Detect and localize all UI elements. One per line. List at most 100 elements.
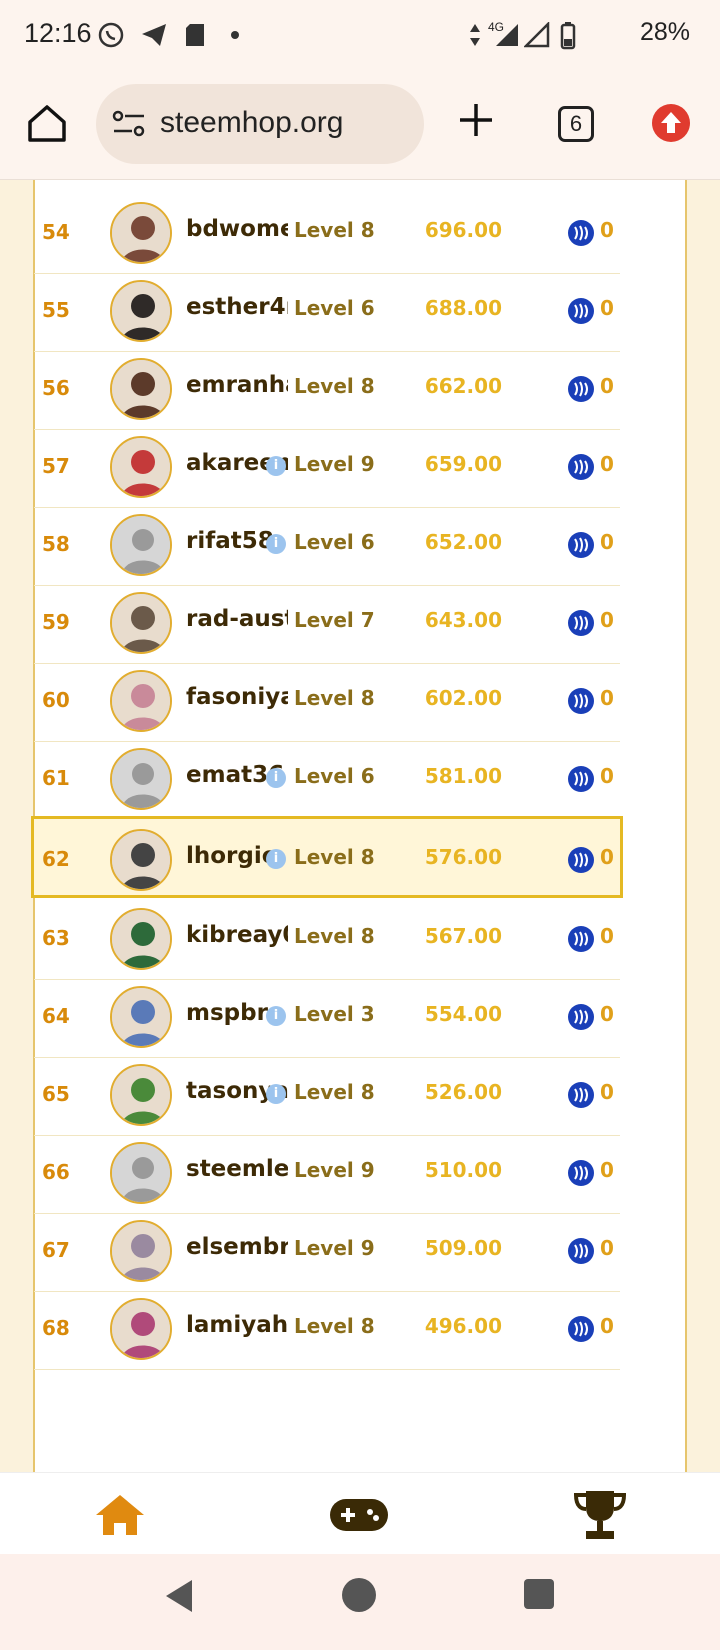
rank-number: 61 — [42, 766, 70, 790]
steem-icon — [568, 376, 594, 402]
telegram-icon — [142, 24, 166, 46]
reward-amount: 0 — [600, 608, 614, 632]
gamepad-icon[interactable] — [328, 1495, 390, 1535]
rank-number: 62 — [42, 847, 70, 871]
username[interactable]: kibreay0( — [186, 922, 288, 948]
info-icon[interactable]: i — [266, 1084, 286, 1104]
leaderboard-row[interactable]: 54 bdwomenLevel 8 696.00 0 — [34, 192, 620, 274]
battery-percent: 28% — [639, 18, 690, 46]
info-icon[interactable]: i — [266, 1006, 286, 1026]
leaderboard-row[interactable]: 64 mspbro i Level 3 554.00 0 — [34, 976, 620, 1058]
reward-amount: 0 — [600, 1002, 614, 1026]
user-avatar[interactable] — [110, 202, 172, 264]
reward-amount: 0 — [600, 452, 614, 476]
leaderboard-row[interactable]: 63 kibreay0(Level 8 567.00 0 — [34, 898, 620, 980]
user-avatar[interactable] — [110, 1064, 172, 1126]
signal-icon — [496, 24, 518, 46]
user-score: 496.00 — [424, 1314, 502, 1338]
site-settings-icon[interactable] — [112, 110, 146, 138]
new-tab-icon[interactable] — [456, 100, 496, 140]
system-home-icon[interactable] — [342, 1578, 376, 1612]
update-icon[interactable] — [652, 104, 690, 142]
user-avatar[interactable] — [110, 986, 172, 1048]
browser-toolbar: steemhop.org 6 — [0, 72, 720, 180]
info-icon[interactable]: i — [266, 849, 286, 869]
browser-home-icon[interactable] — [26, 102, 68, 144]
recent-apps-icon[interactable] — [524, 1579, 554, 1609]
leaderboard-row[interactable]: 66 steemleaLevel 9 510.00 0 — [34, 1132, 620, 1214]
rank-number: 59 — [42, 610, 70, 634]
steem-icon — [568, 847, 594, 873]
user-avatar[interactable] — [110, 358, 172, 420]
username[interactable]: lamiyaha — [186, 1312, 288, 1338]
rank-number: 58 — [42, 532, 70, 556]
user-score: 643.00 — [424, 608, 502, 632]
data-arrows-icon — [470, 24, 480, 46]
leaderboard-row[interactable]: 59 rad-austiLevel 7 643.00 0 — [34, 582, 620, 664]
system-navigation — [0, 1554, 720, 1650]
username[interactable]: elsembra — [186, 1234, 288, 1260]
info-icon[interactable]: i — [266, 768, 286, 788]
user-score: 526.00 — [424, 1080, 502, 1104]
reward-amount: 0 — [600, 1314, 614, 1338]
info-icon[interactable]: i — [266, 534, 286, 554]
leaderboard-area: 54bdwomenLevel 8696.00055esther4reLevel … — [0, 180, 720, 1472]
steem-icon — [568, 1238, 594, 1264]
address-bar[interactable]: steemhop.org — [96, 84, 424, 164]
rank-number: 57 — [42, 454, 70, 478]
username[interactable]: steemlea — [186, 1156, 288, 1182]
leaderboard-row[interactable]: 57 akareen i Level 9 659.00 0 — [34, 426, 620, 508]
leaderboard-row[interactable]: 61 emat36 i Level 6 581.00 0 — [34, 738, 620, 820]
reward-amount: 0 — [600, 1080, 614, 1104]
username[interactable]: rad-austi — [186, 606, 288, 632]
steem-icon — [568, 1316, 594, 1342]
tab-switcher-button[interactable]: 6 — [558, 106, 594, 142]
info-icon[interactable]: i — [266, 456, 286, 476]
user-level: Level 3 — [294, 1002, 375, 1026]
leaderboard-row[interactable]: 68 lamiyahaLevel 8 496.00 0 — [34, 1288, 620, 1370]
home-icon[interactable] — [92, 1491, 148, 1539]
url-text: steemhop.org — [160, 106, 344, 139]
user-avatar[interactable] — [110, 280, 172, 342]
user-level: Level 8 — [294, 1314, 375, 1338]
user-avatar[interactable] — [110, 670, 172, 732]
user-score: 696.00 — [424, 218, 502, 242]
username[interactable]: bdwomen — [186, 216, 288, 242]
steem-icon — [568, 766, 594, 792]
default-avatar[interactable] — [110, 514, 172, 576]
default-avatar[interactable] — [110, 1142, 172, 1204]
steem-icon — [568, 298, 594, 324]
status-time: 12:16 — [24, 18, 92, 48]
leaderboard-row[interactable]: 56 emranhasLevel 8 662.00 0 — [34, 348, 620, 430]
steem-icon — [568, 1082, 594, 1108]
reward-amount: 0 — [600, 296, 614, 320]
reward-amount: 0 — [600, 374, 614, 398]
username[interactable]: fasoniya — [186, 684, 288, 710]
user-avatar[interactable] — [110, 436, 172, 498]
user-avatar[interactable] — [110, 908, 172, 970]
user-score: 510.00 — [424, 1158, 502, 1182]
user-avatar[interactable] — [110, 592, 172, 654]
user-score: 581.00 — [424, 764, 502, 788]
leaderboard-row[interactable]: 60 fasoniya Level 8 602.00 0 — [34, 660, 620, 742]
leaderboard-row[interactable]: 55 esther4reLevel 6 688.00 0 — [34, 270, 620, 352]
rank-number: 56 — [42, 376, 70, 400]
leaderboard-row[interactable]: 67 elsembraLevel 9 509.00 0 — [34, 1210, 620, 1292]
default-avatar[interactable] — [110, 748, 172, 810]
user-avatar[interactable] — [110, 829, 172, 891]
signal-icon-2 — [524, 22, 550, 48]
leaderboard-row[interactable]: 65 tasonya i Level 8 526.00 0 — [34, 1054, 620, 1136]
reward-amount: 0 — [600, 845, 614, 869]
leaderboard-row[interactable]: 58 rifat58 i Level 6 652.00 0 — [34, 504, 620, 586]
username[interactable]: esther4re — [186, 294, 288, 320]
username[interactable]: emranhas — [186, 372, 288, 398]
reward-amount: 0 — [600, 218, 614, 242]
rank-number: 63 — [42, 926, 70, 950]
user-avatar[interactable] — [110, 1298, 172, 1360]
trophy-icon[interactable] — [572, 1487, 628, 1543]
back-icon[interactable] — [162, 1578, 196, 1614]
status-bar: 12:16 4G 28% — [0, 0, 720, 72]
user-avatar[interactable] — [110, 1220, 172, 1282]
leaderboard-row[interactable]: 62 lhorgic i Level 8 576.00 0 — [31, 816, 623, 898]
sd-card-icon — [186, 24, 204, 46]
